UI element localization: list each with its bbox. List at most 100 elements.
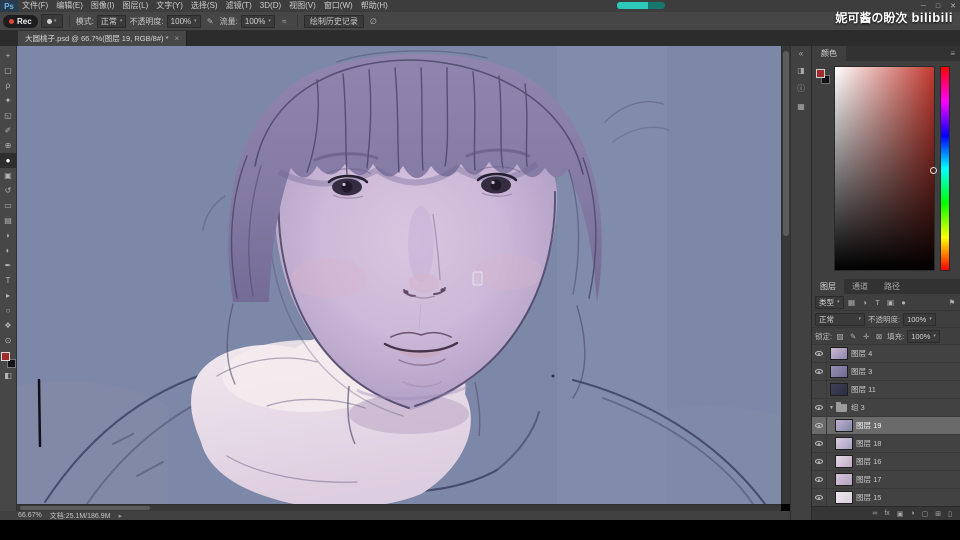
pen-tool[interactable]: ✒ — [0, 258, 17, 273]
layer-visibility-toggle[interactable] — [812, 488, 827, 506]
menu-layer[interactable]: 图层(L) — [118, 0, 152, 12]
horizontal-scrollbar[interactable] — [17, 504, 781, 511]
new-group-icon[interactable]: ▢ — [922, 510, 929, 518]
menu-select[interactable]: 选择(S) — [187, 0, 222, 12]
menu-3d[interactable]: 3D(D) — [256, 0, 285, 12]
filter-shape-icon[interactable]: ▣ — [886, 298, 896, 307]
menu-view[interactable]: 视图(V) — [285, 0, 320, 12]
color-picker-cursor[interactable] — [930, 167, 937, 174]
clone-stamp-tool[interactable]: ▣ — [0, 168, 17, 183]
menu-edit[interactable]: 编辑(E) — [52, 0, 87, 12]
paint-history-button[interactable]: 绘制历史记录 — [303, 14, 364, 28]
filter-adjustment-icon[interactable]: ◑ — [860, 298, 870, 307]
layer-visibility-toggle[interactable] — [812, 398, 827, 417]
healing-brush-tool[interactable]: ⊕ — [0, 138, 17, 153]
libraries-icon[interactable]: ◨ — [797, 66, 805, 75]
layer-thumbnail[interactable] — [835, 491, 853, 504]
layer-row[interactable]: 图层 3 — [812, 362, 960, 381]
link-layers-icon[interactable]: ∞ — [872, 510, 877, 517]
tab-color[interactable]: 颜色 — [812, 46, 846, 61]
layer-row[interactable]: 图层 16 — [812, 452, 960, 471]
adjustment-layer-icon[interactable]: ◑ — [910, 510, 914, 517]
blur-tool[interactable]: ◗ — [0, 228, 17, 243]
layer-row[interactable]: 图层 11 — [812, 380, 960, 399]
color-swatches[interactable] — [0, 352, 16, 368]
dodge-tool[interactable]: ◐ — [0, 243, 17, 258]
foreground-color-chip[interactable] — [816, 69, 825, 78]
vertical-scrollbar[interactable] — [781, 46, 790, 504]
lock-transparent-icon[interactable]: ▨ — [835, 332, 845, 341]
layer-visibility-toggle[interactable] — [812, 470, 827, 489]
layer-style-icon[interactable]: fx — [884, 510, 889, 517]
eraser-tool[interactable]: ▭ — [0, 198, 17, 213]
filter-type-icon[interactable]: T — [873, 298, 883, 307]
vertical-scrollbar-thumb[interactable] — [783, 51, 789, 236]
zoom-tool[interactable]: ⊙ — [0, 333, 17, 348]
menu-help[interactable]: 帮助(H) — [357, 0, 392, 12]
marquee-tool[interactable]: ▢ — [0, 63, 17, 78]
layer-visibility-toggle[interactable] — [812, 345, 827, 363]
eyedropper-tool[interactable]: ✐ — [0, 123, 17, 138]
tab-close-icon[interactable]: × — [175, 34, 180, 43]
path-select-tool[interactable]: ▸ — [0, 288, 17, 303]
canvas-area[interactable] — [17, 46, 781, 504]
group-expand-icon[interactable]: ▼ — [829, 405, 834, 411]
group-row[interactable]: ▼ 组 3 — [812, 398, 960, 417]
symmetry-icon[interactable]: ∅ — [367, 15, 380, 28]
layer-thumbnail[interactable] — [830, 365, 848, 378]
zoom-level[interactable]: 66.67% — [18, 512, 42, 519]
filter-type-select[interactable]: 类型 ▾ — [815, 295, 844, 309]
layer-thumbnail[interactable] — [830, 383, 848, 396]
history-brush-tool[interactable]: ↺ — [0, 183, 17, 198]
lasso-tool[interactable]: ρ — [0, 78, 17, 93]
airbrush-icon[interactable]: ≈ — [278, 15, 291, 28]
layer-thumbnail[interactable] — [835, 437, 853, 450]
tab-channels[interactable]: 通道 — [844, 279, 876, 294]
fill-select[interactable]: 100% ▾ — [907, 329, 940, 343]
filter-pixel-icon[interactable]: ▦ — [847, 298, 857, 307]
brush-tool[interactable]: ● — [0, 153, 17, 168]
layer-row[interactable]: 图层 15 — [812, 488, 960, 506]
panel-menu-icon[interactable]: ≡ — [950, 49, 960, 58]
properties-icon[interactable]: ▦ — [797, 102, 805, 111]
filter-toggle-icon[interactable]: ⚑ — [947, 298, 957, 307]
foreground-color-swatch[interactable] — [0, 352, 10, 361]
gradient-tool[interactable]: ▤ — [0, 213, 17, 228]
filter-smart-icon[interactable]: ● — [899, 298, 909, 307]
layer-row-selected[interactable]: 图层 19 — [812, 416, 960, 435]
flow-select[interactable]: 100% ▾ — [240, 14, 275, 28]
new-layer-icon[interactable]: ⊞ — [935, 510, 941, 518]
screen-recorder-indicator[interactable]: Rec — [3, 14, 38, 28]
layer-thumbnail[interactable] — [835, 455, 853, 468]
add-mask-icon[interactable]: ▣ — [897, 510, 904, 518]
layer-blend-mode-select[interactable]: 正常 ▾ — [815, 312, 865, 326]
crop-tool[interactable]: ◱ — [0, 108, 17, 123]
lock-all-icon[interactable]: ⊠ — [874, 332, 884, 341]
menu-image[interactable]: 图像(I) — [87, 0, 119, 12]
lock-paint-icon[interactable]: ✎ — [848, 332, 858, 341]
menu-file[interactable]: 文件(F) — [18, 0, 52, 12]
layer-row[interactable]: 图层 17 — [812, 470, 960, 489]
tab-layers[interactable]: 图层 — [812, 279, 844, 294]
layer-row[interactable]: 图层 4 — [812, 345, 960, 363]
info-icon[interactable]: ⓘ — [797, 83, 805, 94]
move-tool[interactable]: + — [0, 48, 17, 63]
quick-mask-icon[interactable]: ◧ — [0, 368, 17, 383]
delete-layer-icon[interactable]: ▯ — [948, 510, 952, 518]
layer-thumbnail[interactable] — [835, 473, 853, 486]
layer-visibility-toggle[interactable] — [812, 380, 827, 399]
layer-visibility-toggle[interactable] — [812, 434, 827, 453]
brush-preset-picker[interactable]: ▾ — [40, 14, 63, 28]
menu-type[interactable]: 文字(Y) — [152, 0, 187, 12]
layer-row[interactable]: 图层 18 — [812, 434, 960, 453]
opacity-select[interactable]: 100% ▾ — [166, 14, 201, 28]
type-tool[interactable]: T — [0, 273, 17, 288]
hue-slider[interactable] — [940, 66, 950, 271]
pen-pressure-icon[interactable]: ✎ — [204, 15, 217, 28]
quick-select-tool[interactable]: ✦ — [0, 93, 17, 108]
lock-move-icon[interactable]: ✛ — [861, 332, 871, 341]
saturation-brightness-field[interactable] — [834, 66, 937, 271]
status-menu-arrow-icon[interactable]: ▸ — [118, 512, 122, 520]
menu-filter[interactable]: 滤镜(T) — [222, 0, 256, 12]
layer-visibility-toggle[interactable] — [812, 416, 827, 435]
